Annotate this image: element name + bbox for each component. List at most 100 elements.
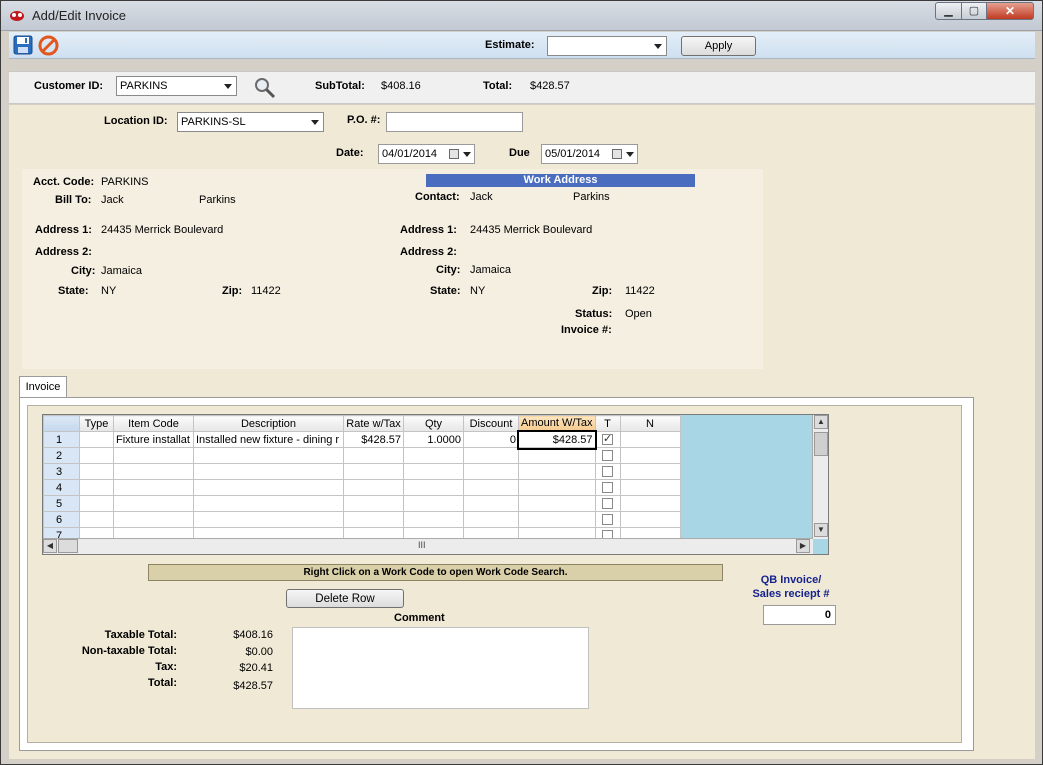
table-row[interactable]: 3 (43, 463, 681, 480)
cell-rate[interactable] (343, 511, 404, 528)
column-header[interactable]: Description (193, 415, 344, 432)
calendar-icon[interactable] (449, 149, 459, 159)
cell-description[interactable]: Installed new fixture - dining r (193, 431, 344, 448)
cell-type[interactable] (79, 463, 114, 480)
close-button[interactable]: ✕ (986, 2, 1034, 20)
cell-item-code[interactable] (113, 479, 194, 496)
save-icon[interactable] (13, 35, 33, 55)
cell-type[interactable] (79, 447, 114, 464)
taxed-checkbox[interactable] (602, 433, 614, 445)
table-row[interactable]: 5 (43, 495, 681, 512)
delete-row-button[interactable]: Delete Row (286, 589, 404, 608)
cell-item-code[interactable] (113, 447, 194, 464)
table-row[interactable]: 6 (43, 511, 681, 528)
location-id-select[interactable]: PARKINS-SL (177, 112, 324, 132)
date-field[interactable]: 04/01/2014 (378, 144, 475, 164)
row-number-cell[interactable]: 6 (43, 511, 80, 528)
grid-corner-cell[interactable] (43, 415, 80, 432)
scroll-left-page-icon[interactable] (58, 539, 78, 553)
customer-id-select[interactable]: PARKINS (116, 76, 237, 96)
cell-discount[interactable] (463, 495, 519, 512)
cell-amount[interactable] (518, 447, 596, 464)
cell-rate[interactable] (343, 479, 404, 496)
row-number-cell[interactable]: 3 (43, 463, 80, 480)
row-number-cell[interactable]: 1 (43, 431, 80, 448)
table-row[interactable]: 4 (43, 479, 681, 496)
search-icon[interactable] (253, 76, 277, 100)
cell-qty[interactable] (403, 463, 464, 480)
cell-type[interactable] (79, 479, 114, 496)
cell-n[interactable] (619, 495, 681, 512)
cell-amount[interactable] (518, 495, 596, 512)
cell-discount[interactable] (463, 511, 519, 528)
cell-type[interactable] (79, 431, 114, 448)
column-header[interactable]: T (594, 415, 621, 432)
tab-invoice[interactable]: Invoice (19, 376, 67, 398)
cell-type[interactable] (79, 495, 114, 512)
cell-amount[interactable] (518, 463, 596, 480)
calendar-icon[interactable] (612, 149, 622, 159)
taxed-checkbox[interactable] (602, 498, 614, 509)
cell-type[interactable] (79, 511, 114, 528)
estimate-select[interactable] (547, 36, 667, 56)
cell-amount[interactable] (518, 511, 596, 528)
cell-description[interactable] (193, 479, 344, 496)
column-header[interactable]: Discount (463, 415, 519, 432)
cell-qty[interactable] (403, 479, 464, 496)
minimize-button[interactable]: ▁ (935, 2, 962, 20)
column-header[interactable]: Type (79, 415, 114, 432)
cell-rate[interactable] (343, 495, 404, 512)
cell-description[interactable] (193, 495, 344, 512)
cell-n[interactable] (619, 479, 681, 496)
cell-amount[interactable] (518, 479, 596, 496)
cell-rate[interactable] (343, 447, 404, 464)
maximize-button[interactable]: ▢ (961, 2, 987, 20)
scroll-left-icon[interactable]: ◀ (43, 539, 57, 553)
cell-n[interactable] (619, 463, 681, 480)
taxed-checkbox[interactable] (602, 482, 614, 493)
qb-invoice-field[interactable]: 0 (763, 605, 836, 625)
cancel-icon[interactable] (38, 35, 59, 56)
grid-vertical-scrollbar[interactable]: ▲ ▼ (812, 415, 828, 539)
cell-qty[interactable] (403, 447, 464, 464)
cell-n[interactable] (619, 447, 681, 464)
cell-description[interactable] (193, 511, 344, 528)
cell-description[interactable] (193, 463, 344, 480)
column-header[interactable]: Rate w/Tax (343, 415, 404, 432)
due-date-field[interactable]: 05/01/2014 (541, 144, 638, 164)
cell-discount[interactable] (463, 463, 519, 480)
cell-description[interactable] (193, 447, 344, 464)
cell-item-code[interactable] (113, 511, 194, 528)
column-header[interactable]: Amount W/Tax (518, 415, 596, 432)
scroll-down-icon[interactable]: ▼ (814, 523, 828, 537)
cell-item-code[interactable] (113, 495, 194, 512)
scroll-thumb[interactable] (814, 432, 828, 456)
cell-amount[interactable]: $428.57 (516, 429, 598, 450)
row-number-cell[interactable]: 2 (43, 447, 80, 464)
cell-item-code[interactable] (113, 463, 194, 480)
cell-item-code[interactable]: Fixture installat (113, 431, 194, 448)
taxed-checkbox[interactable] (602, 514, 614, 525)
cell-rate[interactable]: $428.57 (343, 431, 404, 448)
scroll-right-icon[interactable]: ▶ (796, 539, 810, 553)
cell-qty[interactable] (403, 495, 464, 512)
row-number-cell[interactable]: 4 (43, 479, 80, 496)
cell-qty[interactable] (403, 511, 464, 528)
comment-textarea[interactable] (292, 627, 589, 709)
column-header[interactable]: Qty (403, 415, 464, 432)
cell-rate[interactable] (343, 463, 404, 480)
grid-horizontal-scrollbar[interactable]: ◀ III ▶ (43, 538, 813, 554)
cell-qty[interactable]: 1.0000 (403, 431, 464, 448)
table-row[interactable]: 2 (43, 447, 681, 464)
taxed-checkbox[interactable] (602, 466, 614, 477)
column-header[interactable]: Item Code (113, 415, 194, 432)
cell-discount[interactable] (463, 479, 519, 496)
row-number-cell[interactable]: 5 (43, 495, 80, 512)
taxed-checkbox[interactable] (602, 450, 614, 461)
scroll-grip-icon[interactable]: III (418, 540, 426, 550)
cell-n[interactable] (619, 431, 681, 448)
po-number-field[interactable] (386, 112, 523, 132)
apply-button[interactable]: Apply (681, 36, 756, 56)
column-header[interactable]: N (619, 415, 681, 432)
cell-discount[interactable] (463, 447, 519, 464)
